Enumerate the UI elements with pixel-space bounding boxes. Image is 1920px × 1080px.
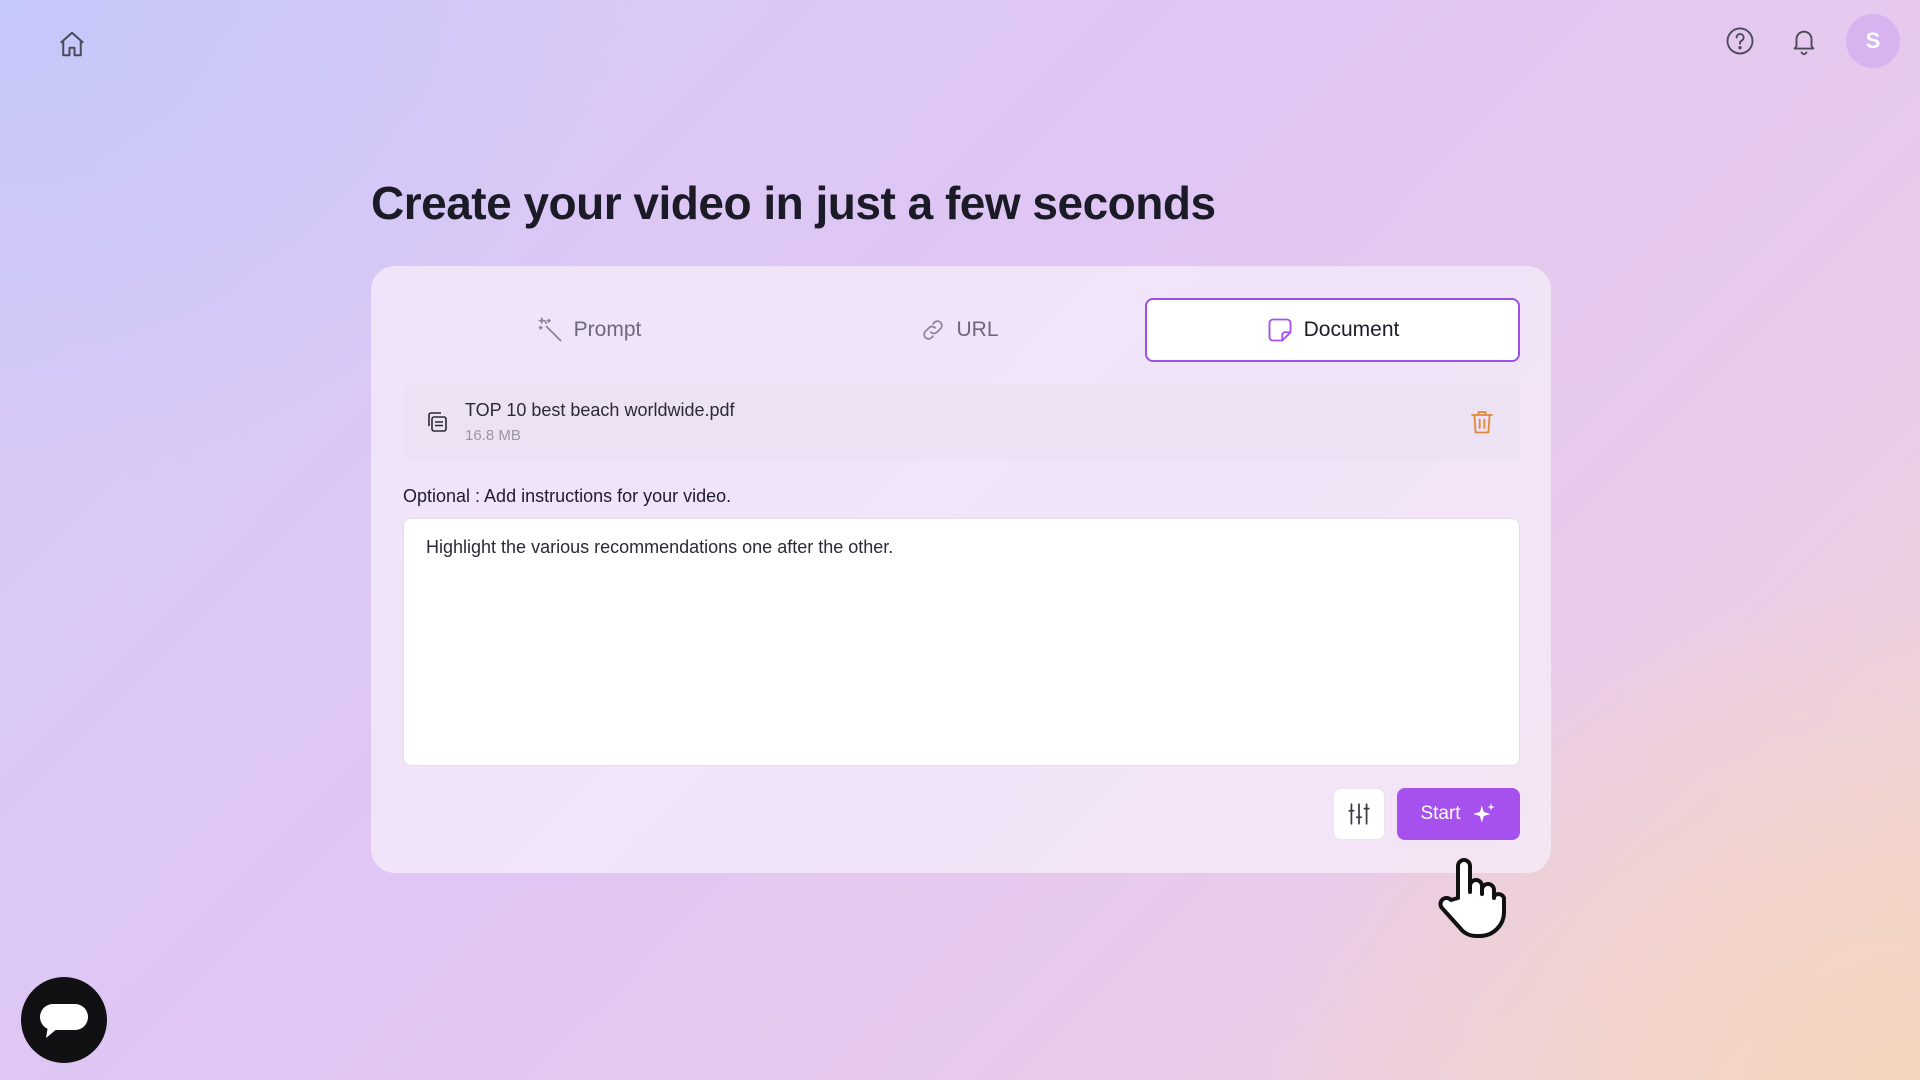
magic-wand-icon [538,317,562,342]
document-icon [1268,318,1292,342]
avatar[interactable]: S [1846,14,1900,68]
tab-url-label: URL [956,318,999,341]
tab-prompt[interactable]: Prompt [403,298,774,362]
bell-icon [1793,30,1815,56]
delete-file-button[interactable] [1466,406,1498,438]
instructions-input[interactable]: Highlight the various recommendations on… [403,518,1520,766]
start-button-label: Start [1420,803,1461,824]
chat-button[interactable] [21,977,107,1063]
instructions-label: Optional : Add instructions for your vid… [403,486,732,506]
help-button[interactable] [1718,19,1762,63]
file-size: 16.8 MB [465,427,521,444]
video-creation-card: Prompt URL Document TOP 10 best beach wo… [371,266,1551,873]
start-button[interactable]: Start [1397,788,1520,840]
tab-document[interactable]: Document [1145,298,1520,362]
settings-button[interactable] [1333,788,1385,840]
uploaded-file: TOP 10 best beach worldwide.pdf 16.8 MB [403,384,1520,460]
tab-prompt-label: Prompt [573,318,642,341]
home-button[interactable] [52,24,92,64]
file-copy-icon [428,412,447,432]
chat-bubble-icon [40,1004,88,1038]
sparkles-icon [1472,803,1495,823]
topbar-actions: S [1718,14,1900,68]
source-tabs: Prompt URL Document [403,298,1520,362]
home-icon [60,31,84,57]
tab-document-label: Document [1303,318,1400,341]
file-name: TOP 10 best beach worldwide.pdf [465,400,735,420]
page-title: Create your video in just a few seconds [371,177,1216,229]
help-icon [1726,27,1754,55]
tab-url[interactable]: URL [774,298,1145,362]
sliders-icon [1348,803,1370,825]
link-icon [923,320,944,340]
trash-icon [1471,411,1493,434]
notifications-button[interactable] [1782,19,1826,63]
